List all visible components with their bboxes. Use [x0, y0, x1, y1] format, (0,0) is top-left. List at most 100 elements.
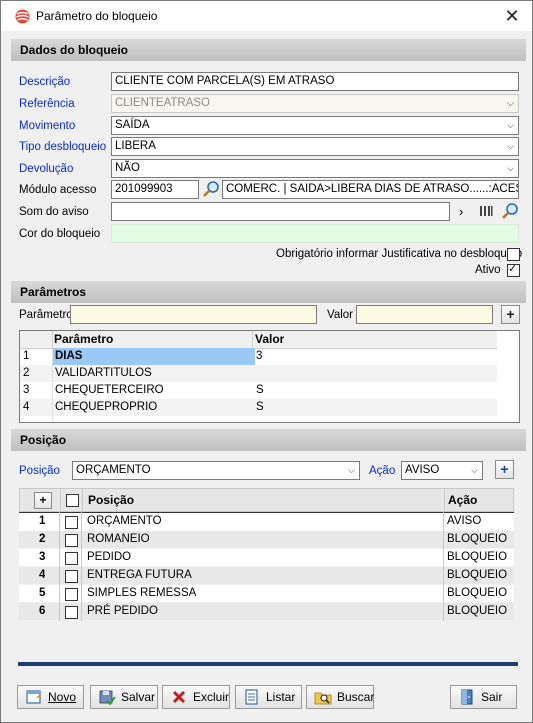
referencia-select[interactable]: CLIENTEATRASO ⌵	[111, 94, 519, 113]
row-checkbox[interactable]	[65, 570, 78, 583]
cell-posicao[interactable]: ENTREGA FUTURA	[87, 567, 192, 584]
cell-posicao[interactable]: PRÉ PEDIDO	[87, 603, 158, 620]
column-header-posicao[interactable]: Posição	[88, 492, 134, 509]
search-folder-icon	[314, 692, 332, 705]
row-number: 6	[39, 605, 46, 617]
buscar-label: Buscar	[337, 690, 375, 704]
cor-bloqueio-swatch[interactable]	[111, 224, 519, 243]
title-bar: Parâmetro do bloqueio ✕	[1, 1, 532, 31]
devolucao-label: Devolução	[19, 163, 74, 175]
row-number: 4	[39, 569, 46, 581]
movimento-select[interactable]: SAÍDA ⌵	[111, 116, 519, 135]
play-icon[interactable]: ›	[459, 204, 463, 219]
parametros-table[interactable]: Parâmetro Valor 1 DIAS 3 2 VALIDARTITULO…	[19, 330, 520, 423]
devolucao-value: NÃO	[115, 162, 140, 174]
chevron-down-icon: ⌵	[507, 98, 514, 108]
referencia-value: CLIENTEATRASO	[115, 97, 210, 109]
salvar-label: Salvar	[121, 690, 156, 704]
acao-select[interactable]: AVISO ⌵	[401, 461, 483, 480]
valor-field[interactable]	[356, 305, 493, 324]
cell-parametro[interactable]: CHEQUEPROPRIO	[55, 399, 157, 416]
search-icon[interactable]	[501, 202, 519, 220]
cell-parametro[interactable]: VALIDARTITULOS	[55, 365, 152, 382]
table-row[interactable]: 3 PEDIDO BLOQUEIO	[19, 549, 514, 566]
save-icon	[99, 690, 116, 705]
descricao-field[interactable]: CLIENTE COM PARCELA(S) EM ATRASO	[111, 72, 519, 91]
excluir-label: Excluir	[193, 690, 230, 704]
tipo-desbloqueio-value: LIBERA	[115, 140, 156, 152]
cell-valor[interactable]: S	[256, 382, 264, 399]
table-row[interactable]: 2 ROMANEIO BLOQUEIO	[19, 531, 514, 548]
table-row[interactable]: 6 PRÉ PEDIDO BLOQUEIO	[19, 603, 514, 620]
ativo-checkbox[interactable]	[507, 262, 520, 277]
add-posicao-button[interactable]: +	[495, 460, 514, 479]
cell-parametro[interactable]: DIAS	[52, 348, 255, 365]
table-row[interactable]: 1 DIAS 3	[20, 348, 497, 365]
parametro-field[interactable]	[70, 305, 317, 324]
table-row[interactable]: 1 ORÇAMENTO AVISO	[19, 512, 514, 532]
cell-valor[interactable]: S	[256, 399, 264, 416]
column-header-acao[interactable]: Ação	[448, 492, 477, 509]
cell-posicao[interactable]: PEDIDO	[87, 549, 131, 566]
cell-acao[interactable]: BLOQUEIO	[447, 585, 507, 602]
cell-parametro[interactable]: CHEQUETERCEIRO	[55, 382, 164, 399]
row-checkbox[interactable]	[65, 588, 78, 601]
modulo-acesso-code-field[interactable]: 201099903	[111, 180, 199, 199]
cell-acao[interactable]: BLOQUEIO	[447, 603, 507, 620]
table-row[interactable]: 2 VALIDARTITULOS	[20, 365, 497, 382]
cell-posicao[interactable]: ROMANEIO	[87, 531, 150, 548]
tipo-desbloqueio-select[interactable]: LIBERA ⌵	[111, 137, 519, 156]
column-header-parametro[interactable]: Parâmetro	[54, 331, 113, 348]
posicao-table[interactable]: + Posição Ação 1 ORÇAMENTO AVISO 2 ROMAN…	[19, 488, 518, 668]
browse-file-icon[interactable]	[479, 205, 493, 217]
chevron-down-icon: ⌵	[507, 141, 514, 151]
chevron-down-icon: ⌵	[507, 163, 514, 173]
row-checkbox[interactable]	[65, 516, 78, 529]
add-parametro-button[interactable]: +	[501, 305, 520, 324]
listar-button[interactable]: Listar	[235, 685, 302, 709]
listar-label: Listar	[266, 690, 296, 704]
row-checkbox[interactable]	[65, 552, 78, 565]
novo-button[interactable]: Novo	[17, 685, 84, 709]
select-all-checkbox[interactable]	[66, 494, 79, 507]
acao-value: AVISO	[405, 464, 440, 476]
chevron-down-icon: ⌵	[507, 120, 514, 130]
table-row[interactable]: 3 CHEQUETERCEIRO S	[20, 382, 497, 399]
close-icon[interactable]: ✕	[501, 5, 523, 27]
search-icon[interactable]	[202, 180, 220, 198]
table-row[interactable]: 5 SIMPLES REMESSA BLOQUEIO	[19, 585, 514, 602]
chevron-down-icon: ⌵	[471, 465, 478, 475]
table-row[interactable]: 4 ENTREGA FUTURA BLOQUEIO	[19, 567, 514, 584]
row-number: 1	[23, 350, 30, 362]
row-number: 2	[39, 533, 46, 545]
row-checkbox[interactable]	[65, 606, 78, 619]
posicao-value: ORÇAMENTO	[76, 464, 151, 476]
cell-posicao[interactable]: SIMPLES REMESSA	[87, 585, 196, 602]
parametro-label: Parâmetro	[19, 309, 73, 321]
header-add-button[interactable]: +	[34, 492, 52, 509]
obrigatorio-checkbox[interactable]	[507, 248, 520, 261]
section-dados-header: Dados do bloqueio	[11, 39, 526, 61]
salvar-button[interactable]: Salvar	[90, 685, 158, 709]
cell-acao[interactable]: BLOQUEIO	[447, 549, 507, 566]
som-aviso-field[interactable]	[111, 202, 450, 221]
cell-acao[interactable]: BLOQUEIO	[447, 531, 507, 548]
cell-valor[interactable]: 3	[256, 348, 262, 365]
posicao-select[interactable]: ORÇAMENTO ⌵	[72, 461, 360, 480]
table-row[interactable]: 4 CHEQUEPROPRIO S	[20, 399, 497, 416]
sair-button[interactable]: Sair	[450, 685, 517, 709]
section-posicao-header: Posição	[11, 429, 526, 451]
cell-acao[interactable]: AVISO	[447, 513, 481, 530]
column-header-valor[interactable]: Valor	[255, 331, 284, 348]
movimento-value: SAÍDA	[115, 119, 150, 131]
buscar-button[interactable]: Buscar	[306, 685, 374, 709]
row-checkbox[interactable]	[65, 534, 78, 547]
cell-acao[interactable]: BLOQUEIO	[447, 567, 507, 584]
cell-posicao[interactable]: ORÇAMENTO	[87, 513, 162, 530]
acao-label: Ação	[369, 465, 396, 477]
list-icon	[245, 689, 258, 705]
devolucao-select[interactable]: NÃO ⌵	[111, 159, 519, 178]
posicao-label: Posição	[19, 465, 60, 477]
excluir-button[interactable]: Excluir	[162, 685, 230, 709]
descricao-label: Descrição	[19, 76, 71, 88]
